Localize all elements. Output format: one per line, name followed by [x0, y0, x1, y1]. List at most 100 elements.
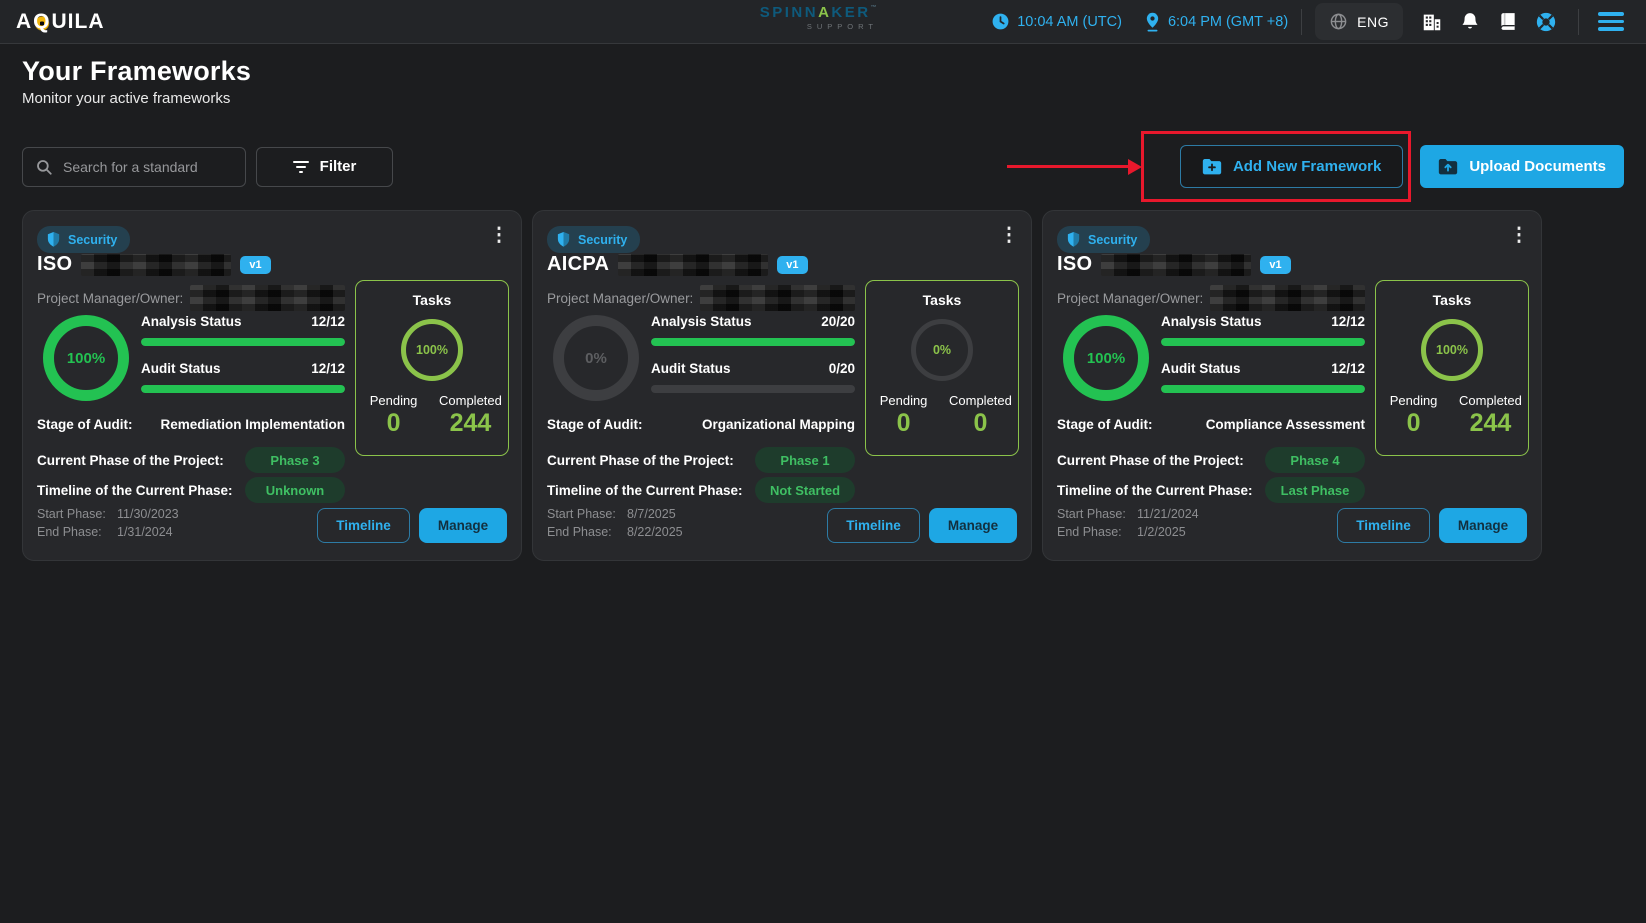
- annotation-highlight-box: Add New Framework: [1141, 131, 1411, 202]
- status-section: Analysis Status 12/12 Audit Status 12/12: [1161, 314, 1365, 408]
- version-badge: v1: [240, 256, 270, 274]
- card-menu-kebab-icon[interactable]: ⋮: [995, 221, 1023, 249]
- end-phase-label: End Phase:: [547, 523, 627, 542]
- timeline-button[interactable]: Timeline: [317, 508, 410, 543]
- topbar-right: 10:04 AM (UTC) 6:04 PM (GMT +8) ENG: [969, 3, 1630, 40]
- completed-count: 244: [1459, 409, 1522, 438]
- tasks-panel: Tasks 100% Pending Completed 0 244: [355, 280, 509, 456]
- end-phase-label: End Phase:: [1057, 523, 1137, 542]
- notifications-bell-icon[interactable]: [1451, 4, 1489, 40]
- card-actions: Timeline Manage: [827, 508, 1017, 543]
- framework-title: ISO: [1057, 253, 1092, 276]
- phase-badge: Phase 3: [245, 447, 345, 473]
- progress-ring-value: 0%: [585, 350, 607, 367]
- help-lifebuoy-icon[interactable]: [1527, 4, 1565, 40]
- progress-ring: 0%: [553, 315, 639, 401]
- stage-value: Remediation Implementation: [160, 417, 345, 432]
- timeline-button[interactable]: Timeline: [827, 508, 920, 543]
- manage-button[interactable]: Manage: [1439, 508, 1527, 543]
- search-box[interactable]: [22, 147, 246, 187]
- start-phase-value: 11/21/2024: [1137, 507, 1199, 521]
- logo-text-2: UILA: [52, 10, 105, 34]
- add-new-framework-button[interactable]: Add New Framework: [1180, 145, 1403, 188]
- card-menu-kebab-icon[interactable]: ⋮: [1505, 221, 1533, 249]
- analysis-progress-bar: [651, 338, 855, 346]
- filter-button[interactable]: Filter: [256, 147, 393, 187]
- end-phase-value: 8/22/2025: [627, 525, 683, 539]
- analysis-bar-fill: [1161, 338, 1365, 346]
- version-badge: v1: [777, 256, 807, 274]
- completed-label: Completed: [949, 393, 1012, 408]
- analysis-progress-bar: [1161, 338, 1365, 346]
- manage-button[interactable]: Manage: [929, 508, 1017, 543]
- globe-icon: [1329, 12, 1348, 31]
- manage-button[interactable]: Manage: [419, 508, 507, 543]
- phase-dates: Start Phase:11/30/2023 End Phase:1/31/20…: [37, 505, 179, 543]
- folder-plus-icon: [1202, 158, 1222, 175]
- framework-title: AICPA: [547, 253, 609, 276]
- stage-of-audit-row: Stage of Audit: Remediation Implementati…: [37, 417, 345, 432]
- audit-status-value: 12/12: [1331, 361, 1365, 376]
- start-phase-label: Start Phase:: [1057, 505, 1137, 524]
- folder-upload-icon: [1438, 158, 1458, 175]
- tasks-ring-value: 100%: [416, 343, 448, 357]
- owner-label: Project Manager/Owner:: [547, 291, 693, 306]
- card-actions: Timeline Manage: [317, 508, 507, 543]
- trademark-mark: ™: [871, 5, 880, 11]
- progress-ring: 100%: [1063, 315, 1149, 401]
- phase-label: Current Phase of the Project:: [37, 453, 224, 468]
- card-actions: Timeline Manage: [1337, 508, 1527, 543]
- status-section: Analysis Status 20/20 Audit Status 0/20: [651, 314, 855, 408]
- upload-documents-button[interactable]: Upload Documents: [1420, 145, 1624, 188]
- spinnaker-brand: SPINNAKER™ SUPPORT: [760, 5, 879, 31]
- brand-accent-letter: A: [818, 4, 831, 21]
- status-section: Analysis Status 12/12 Audit Status 12/12: [141, 314, 345, 408]
- audit-status-label: Audit Status: [1161, 361, 1241, 376]
- stage-value: Organizational Mapping: [702, 417, 855, 432]
- completed-count: 244: [439, 409, 502, 438]
- organization-building-icon[interactable]: [1413, 4, 1451, 40]
- security-category-label: Security: [578, 233, 627, 247]
- page-subtitle: Monitor your active frameworks: [22, 90, 1624, 107]
- audit-bar-fill: [141, 385, 345, 393]
- security-category-badge: Security: [1057, 226, 1150, 253]
- knowledge-book-icon[interactable]: [1489, 4, 1527, 40]
- tasks-panel: Tasks 0% Pending Completed 0 0: [865, 280, 1019, 456]
- page-title: Your Frameworks: [22, 56, 1624, 87]
- filter-label: Filter: [320, 158, 357, 175]
- version-badge: v1: [1260, 256, 1290, 274]
- pending-label: Pending: [362, 393, 425, 408]
- phase-label: Current Phase of the Project:: [547, 453, 734, 468]
- menu-hamburger-icon[interactable]: [1592, 4, 1630, 40]
- owner-label: Project Manager/Owner:: [1057, 291, 1203, 306]
- audit-bar-fill: [1161, 385, 1365, 393]
- phase-dates: Start Phase:11/21/2024 End Phase:1/2/202…: [1057, 505, 1199, 543]
- card-menu-kebab-icon[interactable]: ⋮: [485, 221, 513, 249]
- stage-label: Stage of Audit:: [1057, 417, 1153, 432]
- clock-icon: [991, 12, 1010, 31]
- timeline-label: Timeline of the Current Phase:: [547, 483, 743, 498]
- card-title-row: ISO v1: [1057, 253, 1291, 276]
- tasks-ring-value: 100%: [1436, 343, 1468, 357]
- tasks-title: Tasks: [1433, 292, 1472, 308]
- redacted-owner-text: [190, 285, 345, 311]
- owner-row: Project Manager/Owner:: [547, 285, 855, 311]
- start-phase-value: 11/30/2023: [117, 507, 179, 521]
- audit-status-label: Audit Status: [651, 361, 731, 376]
- search-icon: [35, 158, 53, 176]
- framework-card: Security ⋮ AICPA v1 Project Manager/Owne…: [532, 210, 1032, 561]
- location-pin-icon: [1144, 12, 1161, 32]
- phase-badge: Phase 4: [1265, 447, 1365, 473]
- framework-card: Security ⋮ ISO v1 Project Manager/Owner:…: [1042, 210, 1542, 561]
- audit-status-value: 12/12: [311, 361, 345, 376]
- search-input[interactable]: [63, 159, 233, 175]
- timeline-phase-row: Timeline of the Current Phase: Not Start…: [547, 477, 855, 503]
- brand-text-2: KER: [831, 4, 870, 21]
- shield-icon: [556, 231, 571, 248]
- tasks-panel: Tasks 100% Pending Completed 0 244: [1375, 280, 1529, 456]
- language-selector[interactable]: ENG: [1315, 3, 1403, 40]
- progress-ring: 100%: [43, 315, 129, 401]
- redacted-title-text: [81, 254, 231, 276]
- current-phase-row: Current Phase of the Project: Phase 3: [37, 447, 345, 473]
- timeline-button[interactable]: Timeline: [1337, 508, 1430, 543]
